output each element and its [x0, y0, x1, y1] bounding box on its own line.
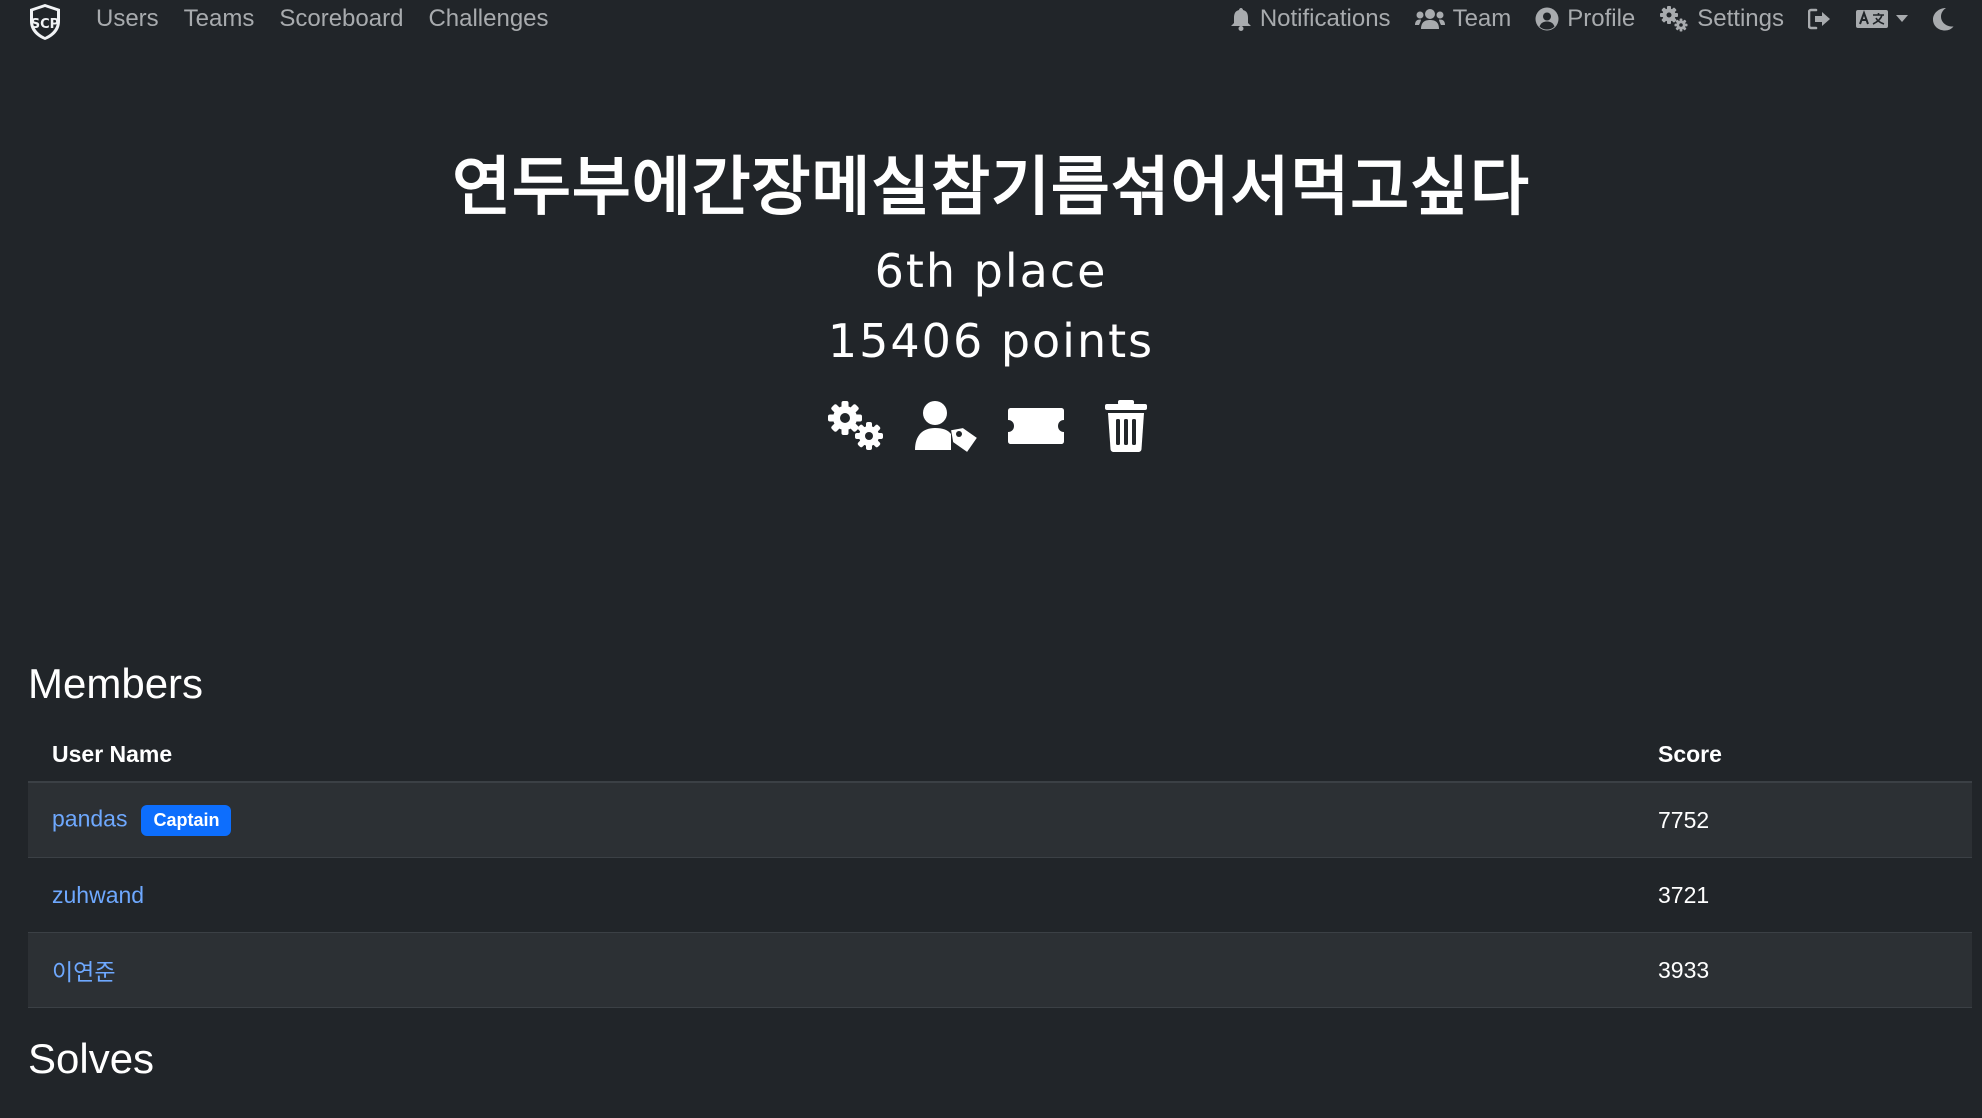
member-score: 3933 [1634, 932, 1972, 1008]
users-icon [1414, 9, 1445, 29]
svg-text:SCP: SCP [31, 17, 59, 32]
members-table: User Name Score pandas Captain 7752 zuhwa… [28, 727, 1972, 1008]
header-user-name: User Name [28, 727, 1634, 783]
nav-team-label: Team [1452, 5, 1512, 32]
nav-challenges-link[interactable]: Challenges [428, 5, 548, 33]
theme-toggle[interactable] [1932, 7, 1954, 31]
disband-team-button[interactable] [1095, 398, 1157, 454]
member-name-cell: zuhwand [28, 857, 1634, 933]
member-score: 3721 [1634, 857, 1972, 933]
header-score: Score [1634, 727, 1972, 783]
logout-icon [1808, 8, 1830, 30]
team-header: 연두부에간장메실참기름섞어서먹고싶다 6th place 15406 point… [0, 140, 1982, 454]
nav-scoreboard-link[interactable]: Scoreboard [279, 5, 403, 33]
nav-settings-label: Settings [1697, 5, 1784, 32]
user-tag-icon [915, 401, 977, 452]
captain-badge: Captain [141, 804, 232, 836]
gears-icon [1660, 6, 1688, 32]
team-place: 6th place [874, 244, 1108, 298]
member-link[interactable]: 이연준 [52, 959, 115, 985]
member-score: 7752 [1634, 782, 1972, 858]
bell-icon [1230, 8, 1251, 31]
top-navbar: SCP Users Teams Scoreboard Challenges No… [0, 0, 1982, 41]
edit-team-button[interactable] [825, 398, 887, 454]
language-icon [1856, 10, 1888, 28]
user-circle-icon [1535, 7, 1559, 31]
table-row: pandas Captain 7752 [28, 782, 1972, 858]
nav-profile-label: Profile [1567, 5, 1636, 32]
nav-right-links: Notifications Team Profile Settings [1206, 0, 1954, 38]
member-link[interactable]: pandas [52, 805, 127, 831]
brand-logo[interactable]: SCP [28, 3, 62, 41]
members-heading: Members [28, 660, 204, 707]
nav-left-links: Users Teams Scoreboard Challenges [96, 0, 574, 38]
solves-heading: Solves [28, 1035, 155, 1082]
moon-icon [1933, 8, 1954, 31]
member-name-cell: pandas Captain [28, 782, 1634, 858]
shield-logo-icon: SCP [30, 4, 60, 40]
caret-down-icon [1896, 15, 1908, 22]
nav-profile-link[interactable]: Profile [1535, 5, 1635, 33]
invite-ticket-button[interactable] [1005, 398, 1067, 454]
team-name: 연두부에간장메실참기름섞어서먹고싶다 [452, 151, 1530, 225]
table-row: zuhwand 3721 [28, 857, 1972, 933]
nav-logout-link[interactable] [1808, 8, 1832, 30]
nav-notifications-link[interactable]: Notifications [1230, 5, 1391, 33]
table-row: 이연준 3933 [28, 932, 1972, 1008]
gears-icon [828, 401, 883, 450]
nav-team-link[interactable]: Team [1414, 5, 1512, 33]
language-dropdown[interactable] [1856, 8, 1908, 30]
nav-teams-link[interactable]: Teams [184, 5, 255, 33]
team-actions [0, 398, 1982, 454]
choose-captain-button[interactable] [915, 398, 977, 454]
ticket-icon [1008, 408, 1064, 444]
member-link[interactable]: zuhwand [52, 882, 144, 908]
nav-settings-link[interactable]: Settings [1659, 5, 1784, 33]
team-points: 15406 points [827, 314, 1155, 368]
nav-users-link[interactable]: Users [96, 5, 159, 33]
members-table-header: User Name Score [28, 727, 1972, 783]
nav-notifications-label: Notifications [1259, 5, 1391, 32]
trash-icon [1105, 400, 1147, 452]
member-name-cell: 이연준 [28, 932, 1634, 1008]
